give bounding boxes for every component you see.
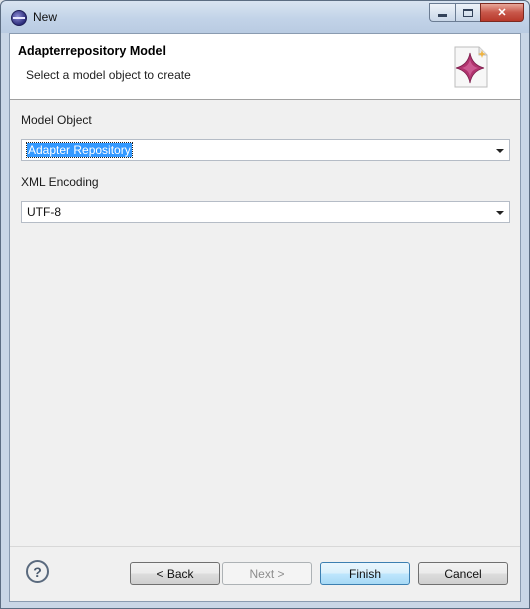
- xml-encoding-value: UTF-8: [27, 205, 61, 219]
- xml-encoding-select[interactable]: UTF-8: [21, 201, 510, 223]
- caption-buttons: ✕: [429, 3, 524, 23]
- dropdown-arrow-icon[interactable]: [496, 211, 504, 215]
- model-object-value: Adapter Repository: [26, 142, 133, 158]
- window-title: New: [33, 10, 58, 24]
- minimize-button[interactable]: [429, 3, 455, 22]
- wizard-banner: Adapterrepository Model Select a model o…: [10, 34, 520, 100]
- maximize-icon: [463, 8, 473, 17]
- close-icon: ✕: [497, 7, 507, 19]
- dialog-client-area: Adapterrepository Model Select a model o…: [9, 33, 521, 602]
- next-button[interactable]: Next >: [222, 562, 312, 585]
- back-button[interactable]: < Back: [130, 562, 220, 585]
- xml-encoding-label: XML Encoding: [21, 175, 99, 189]
- eclipse-app-icon: [11, 10, 27, 26]
- title-bar[interactable]: New ✕: [1, 1, 529, 33]
- wizard-sparkle-icon: [454, 46, 488, 88]
- banner-title: Adapterrepository Model: [18, 44, 166, 58]
- banner-subtitle: Select a model object to create: [26, 68, 191, 82]
- model-object-select[interactable]: Adapter Repository: [21, 139, 510, 161]
- close-button[interactable]: ✕: [480, 3, 524, 22]
- help-button[interactable]: ?: [26, 560, 49, 583]
- dropdown-arrow-icon[interactable]: [496, 149, 504, 153]
- finish-button[interactable]: Finish: [320, 562, 410, 585]
- footer-separator: [10, 546, 520, 547]
- help-icon: ?: [33, 563, 42, 580]
- maximize-button[interactable]: [455, 3, 480, 22]
- model-object-label: Model Object: [21, 113, 92, 127]
- cancel-button[interactable]: Cancel: [418, 562, 508, 585]
- minimize-icon: [438, 14, 447, 17]
- wizard-window: New ✕ Adapterrepository Model Select a m…: [0, 0, 530, 609]
